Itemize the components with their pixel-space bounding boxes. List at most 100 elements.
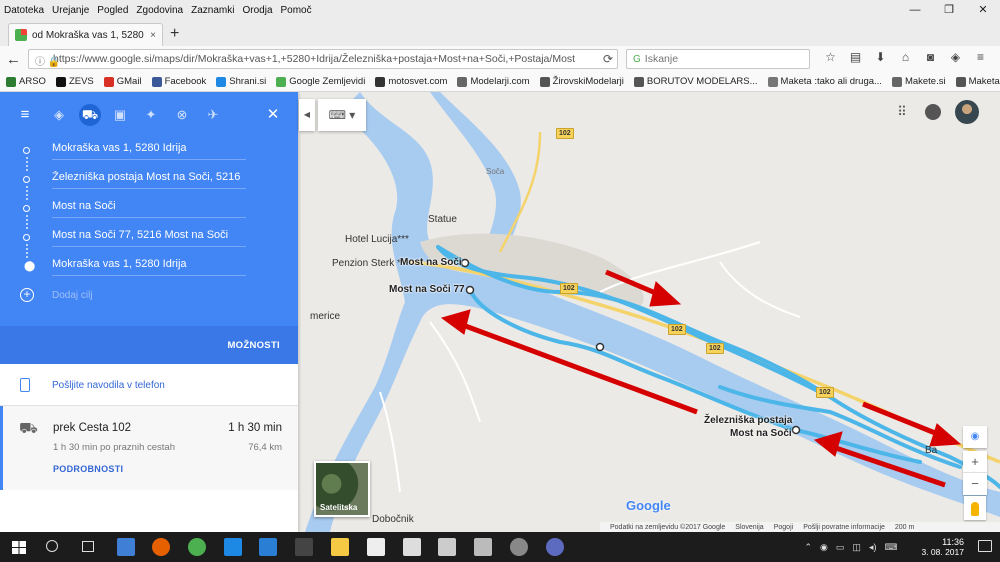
calendar-icon[interactable] <box>403 538 421 556</box>
add-destination-icon[interactable]: + <box>20 288 34 302</box>
file-explorer-icon[interactable] <box>331 538 349 556</box>
waypoint-most-na-soci[interactable] <box>460 258 470 268</box>
taskbar-app-3-icon[interactable] <box>295 538 313 556</box>
bookmark-item[interactable]: Facebook <box>151 76 206 87</box>
map-view[interactable]: Statue Hotel Lucija*** Penzion Sterk ***… <box>0 92 1000 532</box>
new-tab-icon[interactable]: + <box>170 25 179 43</box>
waypoint-input-4[interactable]: Most na Soči 77, 5216 Most na Soči <box>52 229 246 247</box>
hamburger-menu-icon[interactable]: ≡ <box>968 50 993 64</box>
add-destination-label[interactable]: Dodaj cilj <box>52 290 93 301</box>
map-scale[interactable]: 200 m <box>895 524 914 531</box>
bookmark-item[interactable]: Modelarji.com <box>457 76 530 87</box>
chrome-icon[interactable] <box>188 538 206 556</box>
details-button[interactable]: PODROBNOSTI <box>53 464 123 474</box>
site-info-icon[interactable]: ⓘ 🔒 <box>35 53 60 68</box>
waypoint-input-1[interactable]: Mokraška vas 1, 5280 Idrija <box>52 142 246 160</box>
mail-icon[interactable] <box>438 538 456 556</box>
waypoint-input-5[interactable]: Mokraška vas 1, 5280 Idrija <box>52 258 246 276</box>
footer-feedback[interactable]: Pošlji povratne informacije <box>803 524 885 531</box>
zoom-out-button[interactable]: − <box>963 473 987 495</box>
map-label-zel-postaja-2[interactable]: Most na Soči <box>730 428 792 439</box>
bookmark-item[interactable]: GMail <box>103 76 142 87</box>
avatar[interactable] <box>955 100 979 124</box>
apps-grid-icon[interactable]: ⠿ <box>893 103 911 121</box>
cycling-mode-icon[interactable]: ⊗ <box>171 104 193 126</box>
map-label-most-77[interactable]: Most na Soči 77 <box>389 284 465 295</box>
menu-pogled[interactable]: Pogled <box>97 5 128 16</box>
menu-zgodovina[interactable]: Zgodovina <box>136 5 183 16</box>
edge-icon[interactable] <box>224 538 242 556</box>
taskbar-app-4-icon[interactable] <box>510 538 528 556</box>
map-label-penzion[interactable]: Penzion Sterk *** <box>332 258 409 269</box>
flight-mode-icon[interactable]: ✈ <box>202 104 224 126</box>
map-label-hotel[interactable]: Hotel Lucija*** <box>345 234 409 245</box>
menu-datoteka[interactable]: Datoteka <box>4 5 44 16</box>
tray-chevron-icon[interactable]: ⌃ <box>805 542 813 553</box>
bookmark-item[interactable]: BORUTOV MODELARS... <box>633 76 758 87</box>
bookmark-item[interactable]: motosvet.com <box>375 76 447 87</box>
collapse-panel-button[interactable]: ◀ <box>299 99 315 131</box>
store-icon[interactable] <box>367 538 385 556</box>
bookmark-star-icon[interactable]: ☆ <box>818 50 843 64</box>
taskbar-search-icon[interactable] <box>46 540 58 552</box>
restore-icon[interactable]: ❐ <box>932 0 966 20</box>
waypoint-input-2[interactable]: Železniška postaja Most na Soči, 5216 <box>52 171 246 189</box>
bookmark-item[interactable]: ŽirovskiModelarji <box>539 76 624 87</box>
language-icon[interactable]: ⌨ <box>884 542 897 553</box>
waypoint-most-77[interactable] <box>465 285 475 295</box>
firefox-icon[interactable] <box>152 538 170 556</box>
calculator-icon[interactable] <box>474 538 492 556</box>
input-tools-button[interactable]: ⌨ ▾ <box>318 99 366 131</box>
bookmark-item[interactable]: Makete.si <box>891 76 946 87</box>
tab-close-icon[interactable]: × <box>150 30 156 41</box>
waypoint-route[interactable] <box>595 342 605 352</box>
url-bar[interactable]: ⓘ 🔒 https://www.google.si/maps/dir/Mokra… <box>28 49 618 69</box>
footer-country[interactable]: Slovenija <box>735 524 763 531</box>
pocket-icon[interactable]: ◙ <box>918 50 943 64</box>
map-label-zel-postaja-1[interactable]: Železniška postaja <box>704 415 792 426</box>
send-to-phone-label[interactable]: Pošljite navodila v telefon <box>52 380 165 391</box>
search-input[interactable] <box>644 53 795 65</box>
home-icon[interactable]: ⌂ <box>893 50 918 64</box>
car-mode-icon[interactable]: ⛟ <box>79 104 101 126</box>
waypoint-input-3[interactable]: Most na Soči <box>52 200 246 218</box>
close-directions-icon[interactable]: ✕ <box>262 104 284 126</box>
search-box[interactable]: G <box>626 49 810 69</box>
bookmark-item[interactable]: Maketa :tako ali druga... <box>767 76 882 87</box>
clock[interactable]: 11:36 3. 08. 2017 <box>921 537 964 557</box>
volume-icon[interactable]: ◂) <box>869 542 877 553</box>
close-window-icon[interactable]: ✕ <box>966 0 1000 20</box>
options-button[interactable]: MOŽNOSTI <box>227 340 280 351</box>
action-center-icon[interactable] <box>978 540 992 552</box>
bookmark-item[interactable]: Maketarski Kutak <box>955 76 1000 87</box>
bookmark-item[interactable]: Google Zemljevidi <box>276 76 365 87</box>
zoom-in-button[interactable]: + <box>963 451 987 473</box>
send-to-phone-row[interactable]: Pošljite navodila v telefon <box>0 364 298 406</box>
windows-start-icon[interactable] <box>12 541 26 554</box>
waypoint-zel-postaja[interactable] <box>791 425 801 435</box>
taskbar-app-1-icon[interactable] <box>117 538 135 556</box>
task-view-icon[interactable] <box>82 541 94 552</box>
bookmark-item[interactable]: Shrani.si <box>216 76 266 87</box>
back-button[interactable]: ← <box>6 51 26 68</box>
download-icon[interactable]: ⬇ <box>868 50 893 64</box>
taskbar-app-2-icon[interactable] <box>259 538 277 556</box>
menu-urejanje[interactable]: Urejanje <box>52 5 89 16</box>
best-mode-icon[interactable]: ◈ <box>48 104 70 126</box>
tray-app-icon[interactable]: ◉ <box>820 542 828 553</box>
transit-mode-icon[interactable]: ▣ <box>109 104 131 126</box>
menu-zaznamki[interactable]: Zaznamki <box>191 5 234 16</box>
menu-pomoc[interactable]: Pomoč <box>281 5 312 16</box>
footer-terms[interactable]: Pogoji <box>774 524 793 531</box>
tab-maps[interactable]: od Mokraška vas 1, 5280 Idrij × <box>8 23 163 46</box>
menu-orodja[interactable]: Orodja <box>242 5 272 16</box>
bookmark-item[interactable]: ARSO <box>6 76 46 87</box>
battery-icon[interactable]: ▭ <box>836 542 845 553</box>
street-view-pegman-icon[interactable] <box>964 496 986 520</box>
shield-icon[interactable]: ◈ <box>943 50 968 64</box>
notifications-icon[interactable] <box>925 104 941 120</box>
taskbar-app-5-icon[interactable] <box>546 538 564 556</box>
map-label-statue[interactable]: Statue <box>428 214 457 225</box>
menu-icon[interactable]: ≡ <box>14 104 36 126</box>
walking-mode-icon[interactable]: ✦ <box>140 104 162 126</box>
